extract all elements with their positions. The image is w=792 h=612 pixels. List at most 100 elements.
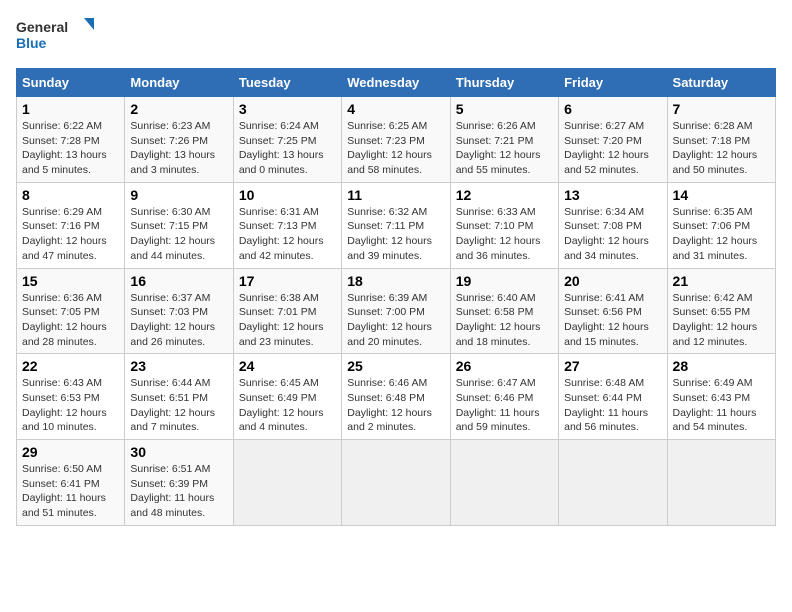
- weekday-header-monday: Monday: [125, 69, 233, 97]
- calendar-cell: 17 Sunrise: 6:38 AMSunset: 7:01 PMDayligh…: [233, 268, 341, 354]
- calendar-cell: 25 Sunrise: 6:46 AMSunset: 6:48 PMDayligh…: [342, 354, 450, 440]
- calendar-cell: 1 Sunrise: 6:22 AMSunset: 7:28 PMDaylight…: [17, 97, 125, 183]
- day-info: Sunrise: 6:49 AMSunset: 6:43 PMDaylight:…: [673, 376, 770, 435]
- weekday-header-friday: Friday: [559, 69, 667, 97]
- calendar-week-5: 29 Sunrise: 6:50 AMSunset: 6:41 PMDayligh…: [17, 440, 776, 526]
- calendar-cell: 9 Sunrise: 6:30 AMSunset: 7:15 PMDaylight…: [125, 182, 233, 268]
- day-info: Sunrise: 6:43 AMSunset: 6:53 PMDaylight:…: [22, 376, 119, 435]
- day-number: 15: [22, 273, 119, 289]
- day-number: 18: [347, 273, 444, 289]
- day-info: Sunrise: 6:51 AMSunset: 6:39 PMDaylight:…: [130, 462, 227, 521]
- day-info: Sunrise: 6:39 AMSunset: 7:00 PMDaylight:…: [347, 291, 444, 350]
- day-info: Sunrise: 6:44 AMSunset: 6:51 PMDaylight:…: [130, 376, 227, 435]
- day-info: Sunrise: 6:32 AMSunset: 7:11 PMDaylight:…: [347, 205, 444, 264]
- calendar-cell: 11 Sunrise: 6:32 AMSunset: 7:11 PMDayligh…: [342, 182, 450, 268]
- calendar-cell: 2Sunrise: 6:23 AMSunset: 7:26 PMDaylight…: [125, 97, 233, 183]
- day-info: Sunrise: 6:31 AMSunset: 7:13 PMDaylight:…: [239, 205, 336, 264]
- calendar-cell: 20Sunrise: 6:41 AMSunset: 6:56 PMDayligh…: [559, 268, 667, 354]
- calendar-cell: 5Sunrise: 6:26 AMSunset: 7:21 PMDaylight…: [450, 97, 558, 183]
- page-header: General Blue: [16, 16, 776, 56]
- day-info: Sunrise: 6:33 AMSunset: 7:10 PMDaylight:…: [456, 205, 553, 264]
- calendar-cell: [342, 440, 450, 526]
- calendar-cell: 3 Sunrise: 6:24 AMSunset: 7:25 PMDaylight…: [233, 97, 341, 183]
- day-number: 7: [673, 101, 770, 117]
- day-number: 6: [564, 101, 661, 117]
- day-info: Sunrise: 6:41 AMSunset: 6:56 PMDaylight:…: [564, 291, 661, 350]
- calendar-cell: 8 Sunrise: 6:29 AMSunset: 7:16 PMDaylight…: [17, 182, 125, 268]
- calendar-cell: 24 Sunrise: 6:45 AMSunset: 6:49 PMDayligh…: [233, 354, 341, 440]
- day-info: Sunrise: 6:35 AMSunset: 7:06 PMDaylight:…: [673, 205, 770, 264]
- day-info: Sunrise: 6:25 AMSunset: 7:23 PMDaylight:…: [347, 119, 444, 178]
- day-info: Sunrise: 6:37 AMSunset: 7:03 PMDaylight:…: [130, 291, 227, 350]
- day-number: 14: [673, 187, 770, 203]
- day-info: Sunrise: 6:46 AMSunset: 6:48 PMDaylight:…: [347, 376, 444, 435]
- calendar-cell: 21Sunrise: 6:42 AMSunset: 6:55 PMDayligh…: [667, 268, 775, 354]
- logo: General Blue: [16, 16, 96, 56]
- day-info: Sunrise: 6:40 AMSunset: 6:58 PMDaylight:…: [456, 291, 553, 350]
- day-number: 11: [347, 187, 444, 203]
- day-number: 13: [564, 187, 661, 203]
- day-info: Sunrise: 6:30 AMSunset: 7:15 PMDaylight:…: [130, 205, 227, 264]
- calendar-cell: 7 Sunrise: 6:28 AMSunset: 7:18 PMDaylight…: [667, 97, 775, 183]
- day-info: Sunrise: 6:29 AMSunset: 7:16 PMDaylight:…: [22, 205, 119, 264]
- day-number: 30: [130, 444, 227, 460]
- calendar-cell: [450, 440, 558, 526]
- day-number: 24: [239, 358, 336, 374]
- calendar-cell: 14 Sunrise: 6:35 AMSunset: 7:06 PMDayligh…: [667, 182, 775, 268]
- calendar-cell: 30 Sunrise: 6:51 AMSunset: 6:39 PMDayligh…: [125, 440, 233, 526]
- day-number: 3: [239, 101, 336, 117]
- day-number: 17: [239, 273, 336, 289]
- day-number: 10: [239, 187, 336, 203]
- day-info: Sunrise: 6:38 AMSunset: 7:01 PMDaylight:…: [239, 291, 336, 350]
- day-number: 19: [456, 273, 553, 289]
- svg-text:Blue: Blue: [16, 35, 47, 51]
- calendar-header-row: SundayMondayTuesdayWednesdayThursdayFrid…: [17, 69, 776, 97]
- logo-svg: General Blue: [16, 16, 96, 56]
- day-info: Sunrise: 6:24 AMSunset: 7:25 PMDaylight:…: [239, 119, 336, 178]
- day-info: Sunrise: 6:36 AMSunset: 7:05 PMDaylight:…: [22, 291, 119, 350]
- calendar-week-4: 22 Sunrise: 6:43 AMSunset: 6:53 PMDayligh…: [17, 354, 776, 440]
- weekday-header-thursday: Thursday: [450, 69, 558, 97]
- calendar-cell: [233, 440, 341, 526]
- day-number: 2: [130, 101, 227, 117]
- day-number: 21: [673, 273, 770, 289]
- day-number: 9: [130, 187, 227, 203]
- day-info: Sunrise: 6:47 AMSunset: 6:46 PMDaylight:…: [456, 376, 553, 435]
- day-info: Sunrise: 6:22 AMSunset: 7:28 PMDaylight:…: [22, 119, 119, 178]
- day-number: 12: [456, 187, 553, 203]
- calendar-cell: 26 Sunrise: 6:47 AMSunset: 6:46 PMDayligh…: [450, 354, 558, 440]
- calendar-cell: 18 Sunrise: 6:39 AMSunset: 7:00 PMDayligh…: [342, 268, 450, 354]
- day-number: 16: [130, 273, 227, 289]
- calendar-cell: 16 Sunrise: 6:37 AMSunset: 7:03 PMDayligh…: [125, 268, 233, 354]
- calendar-week-2: 8 Sunrise: 6:29 AMSunset: 7:16 PMDaylight…: [17, 182, 776, 268]
- weekday-header-tuesday: Tuesday: [233, 69, 341, 97]
- calendar-cell: 19 Sunrise: 6:40 AMSunset: 6:58 PMDayligh…: [450, 268, 558, 354]
- day-number: 1: [22, 101, 119, 117]
- day-number: 25: [347, 358, 444, 374]
- day-info: Sunrise: 6:27 AMSunset: 7:20 PMDaylight:…: [564, 119, 661, 178]
- day-info: Sunrise: 6:26 AMSunset: 7:21 PMDaylight:…: [456, 119, 553, 178]
- svg-text:General: General: [16, 19, 68, 35]
- calendar-week-3: 15 Sunrise: 6:36 AMSunset: 7:05 PMDayligh…: [17, 268, 776, 354]
- calendar-cell: 10 Sunrise: 6:31 AMSunset: 7:13 PMDayligh…: [233, 182, 341, 268]
- day-number: 28: [673, 358, 770, 374]
- day-info: Sunrise: 6:45 AMSunset: 6:49 PMDaylight:…: [239, 376, 336, 435]
- calendar-cell: 28 Sunrise: 6:49 AMSunset: 6:43 PMDayligh…: [667, 354, 775, 440]
- calendar-cell: 27Sunrise: 6:48 AMSunset: 6:44 PMDayligh…: [559, 354, 667, 440]
- day-info: Sunrise: 6:50 AMSunset: 6:41 PMDaylight:…: [22, 462, 119, 521]
- calendar-cell: 4Sunrise: 6:25 AMSunset: 7:23 PMDaylight…: [342, 97, 450, 183]
- day-number: 23: [130, 358, 227, 374]
- calendar-body: 1 Sunrise: 6:22 AMSunset: 7:28 PMDaylight…: [17, 97, 776, 526]
- calendar-cell: 6 Sunrise: 6:27 AMSunset: 7:20 PMDaylight…: [559, 97, 667, 183]
- day-number: 29: [22, 444, 119, 460]
- day-info: Sunrise: 6:28 AMSunset: 7:18 PMDaylight:…: [673, 119, 770, 178]
- day-number: 26: [456, 358, 553, 374]
- day-info: Sunrise: 6:34 AMSunset: 7:08 PMDaylight:…: [564, 205, 661, 264]
- calendar-cell: 23 Sunrise: 6:44 AMSunset: 6:51 PMDayligh…: [125, 354, 233, 440]
- day-number: 22: [22, 358, 119, 374]
- calendar-cell: [559, 440, 667, 526]
- calendar-week-1: 1 Sunrise: 6:22 AMSunset: 7:28 PMDaylight…: [17, 97, 776, 183]
- calendar-cell: [667, 440, 775, 526]
- day-number: 8: [22, 187, 119, 203]
- calendar-cell: 29 Sunrise: 6:50 AMSunset: 6:41 PMDayligh…: [17, 440, 125, 526]
